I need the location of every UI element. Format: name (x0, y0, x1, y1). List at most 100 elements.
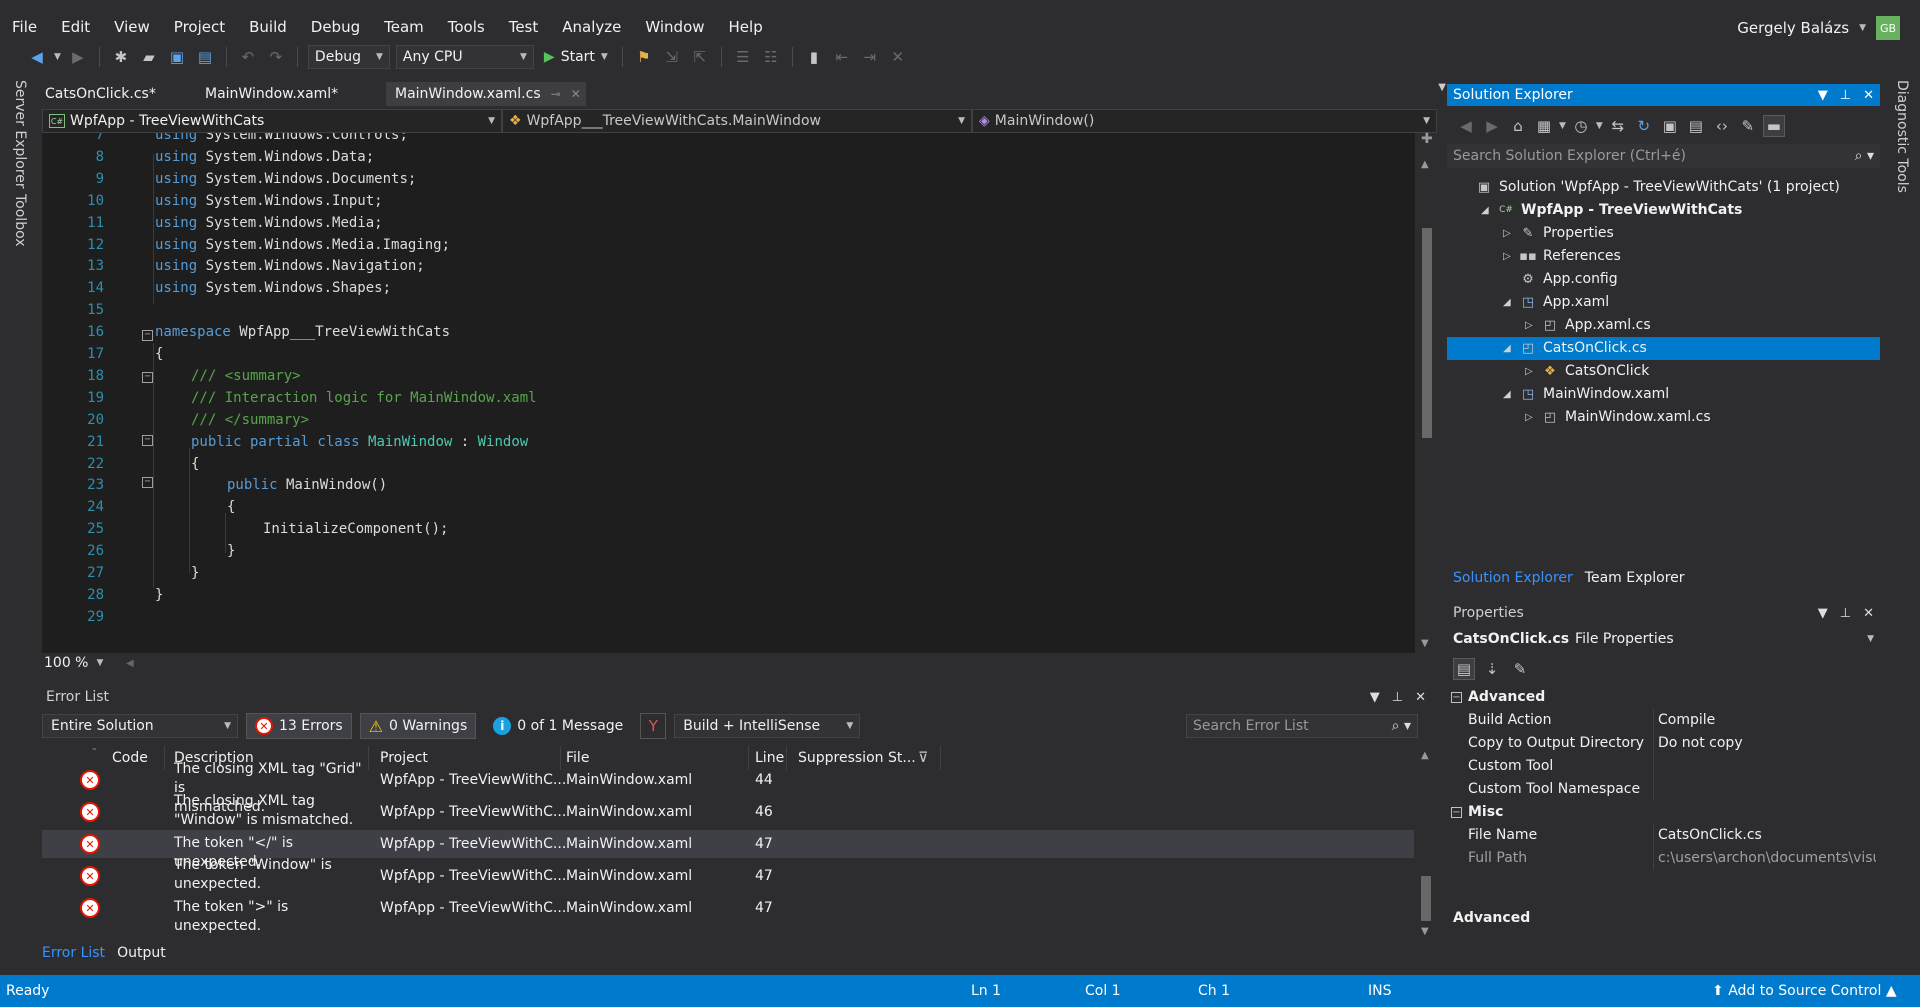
window-position-icon[interactable]: ▼ (1370, 690, 1380, 705)
error-list-scrollbar[interactable]: ▲ ▼ (1414, 746, 1438, 942)
tree-item[interactable]: ◢ ◰ CatsOnClick.cs (1447, 337, 1880, 360)
window-position-icon[interactable]: ▼ (1818, 88, 1828, 103)
comment-lines-icon[interactable]: ☰ (732, 46, 754, 68)
tree-item[interactable]: ⚙ App.config (1447, 268, 1880, 291)
pin-icon[interactable]: ⊥ (1840, 88, 1851, 103)
view-code-icon[interactable]: ‹› (1711, 115, 1733, 137)
scroll-left-icon[interactable]: ◀ (126, 658, 134, 669)
property-row[interactable]: Full Path c:\users\archon\documents\visua… (1447, 847, 1880, 870)
filter-current-document-icon[interactable]: Y (640, 713, 667, 739)
scroll-down-icon[interactable]: ▼ (1421, 638, 1429, 649)
collapse-icon[interactable]: ◢ (1503, 337, 1511, 360)
redo-icon[interactable]: ↷ (265, 46, 287, 68)
error-row[interactable]: ✕ The token "</" is unexpected. WpfApp - T… (42, 830, 1414, 870)
back-icon[interactable]: ◀ (1455, 115, 1477, 137)
solution-explorer-search-input[interactable]: Search Solution Explorer (Ctrl+é) ⌕ ▾ (1447, 144, 1880, 168)
error-scope-select[interactable]: Entire Solution ▼ (42, 714, 238, 738)
forward-icon[interactable]: ▶ (1481, 115, 1503, 137)
expand-icon[interactable]: ▷ (1525, 360, 1533, 383)
properties-icon[interactable]: ✎ (1737, 115, 1759, 137)
preview-selected-items-icon[interactable]: ▬ (1762, 115, 1785, 137)
diagnostic-tools-tab[interactable]: Diagnostic Tools (1894, 80, 1910, 193)
tab-output[interactable]: Output (117, 945, 166, 967)
server-explorer-tab[interactable]: Server Explorer (12, 80, 28, 189)
menu-analyze[interactable]: Analyze (550, 12, 633, 42)
pin-icon[interactable]: ⊥ (1840, 606, 1851, 621)
show-all-files-icon[interactable]: ▤ (1685, 115, 1707, 137)
property-category[interactable]: − Misc (1447, 801, 1880, 824)
menu-project[interactable]: Project (162, 12, 237, 42)
refresh-icon[interactable]: ↻ (1633, 115, 1655, 137)
close-icon[interactable]: ✕ (1863, 88, 1874, 103)
undo-icon[interactable]: ↶ (237, 46, 259, 68)
menu-debug[interactable]: Debug (299, 12, 372, 42)
scroll-up-icon[interactable]: ▲ (1421, 159, 1429, 170)
menu-test[interactable]: Test (497, 12, 551, 42)
tab-mainwindow-xaml[interactable]: MainWindow.xaml* (196, 82, 386, 106)
property-row[interactable]: Custom Tool (1447, 755, 1880, 778)
property-value[interactable]: CatsOnClick.cs (1658, 824, 1876, 847)
menu-help[interactable]: Help (717, 12, 775, 42)
error-list-search-input[interactable]: Search Error List ⌕ ▾ (1186, 714, 1418, 738)
close-icon[interactable]: ✕ (1863, 606, 1874, 621)
source-control-button[interactable]: ⬆ Add to Source Control ▲ (1712, 975, 1897, 1007)
code-editor[interactable]: − − − − 7 using System.Windows.Controls; 8… (42, 133, 1422, 653)
collapse-icon[interactable]: − (1451, 807, 1462, 818)
collapse-all-icon[interactable]: ▣ (1659, 115, 1681, 137)
property-value[interactable]: Compile (1658, 709, 1876, 732)
bookmark-icon[interactable]: ▮ (803, 46, 825, 68)
tree-item[interactable]: ▷ ✎ Properties (1447, 222, 1880, 245)
messages-filter-button[interactable]: i 0 of 1 Message (484, 713, 632, 739)
tab-catsonclick-cs[interactable]: CatsOnClick.cs* (36, 82, 196, 106)
home-icon[interactable]: ⌂ (1507, 115, 1529, 137)
open-file-icon[interactable]: ▰ (138, 46, 160, 68)
tree-item[interactable]: ◢ ◳ MainWindow.xaml (1447, 383, 1880, 406)
solution-configuration-select[interactable]: Debug ▼ (307, 45, 390, 69)
tree-item[interactable]: ◢ C# WpfApp - TreeViewWithCats (1447, 199, 1880, 222)
categorized-icon[interactable]: ▤ (1453, 658, 1475, 680)
clear-bookmarks-icon[interactable]: ✕ (887, 46, 909, 68)
chevron-down-icon[interactable]: ▼ (54, 52, 61, 62)
scrollbar-thumb[interactable] (1422, 228, 1432, 438)
scroll-up-icon[interactable]: ▲ (1421, 750, 1429, 761)
tree-item[interactable]: ▣ Solution 'WpfApp - TreeViewWithCats' (1… (1447, 176, 1880, 199)
new-project-icon[interactable]: ✱ (110, 46, 132, 68)
property-row[interactable]: Custom Tool Namespace (1447, 778, 1880, 801)
collapse-icon[interactable]: ◢ (1481, 199, 1489, 222)
tree-item[interactable]: ▷ ▪▪ References (1447, 245, 1880, 268)
navigate-forward-icon[interactable]: ▶ (67, 46, 89, 68)
collapse-icon[interactable]: − (1451, 692, 1462, 703)
split-icon[interactable]: ✚ (1421, 131, 1433, 147)
switch-views-icon[interactable]: ▦ (1533, 115, 1555, 137)
expand-icon[interactable]: ▷ (1503, 245, 1511, 268)
step-into-icon[interactable]: ⇲ (661, 46, 683, 68)
user-account[interactable]: Gergely Balázs ▼ GB (1737, 14, 1900, 42)
property-pages-icon[interactable]: ✎ (1509, 658, 1531, 680)
previous-bookmark-icon[interactable]: ⇤ (831, 46, 853, 68)
menu-file[interactable]: File (0, 12, 49, 42)
expand-icon[interactable]: ▷ (1503, 222, 1511, 245)
tree-item[interactable]: ▷ ◰ App.xaml.cs (1447, 314, 1880, 337)
collapse-icon[interactable]: ◢ (1503, 291, 1511, 314)
project-dropdown[interactable]: C# WpfApp - TreeViewWithCats ▼ (42, 109, 502, 133)
scrollbar-thumb[interactable] (1421, 876, 1431, 921)
tab-mainwindow-xaml-cs[interactable]: MainWindow.xaml.cs ⊸ ✕ (386, 82, 586, 106)
editor-vertical-scrollbar[interactable]: ✚ ▲ ▼ (1415, 131, 1439, 653)
zoom-select[interactable]: 100 % ▼ (36, 653, 116, 673)
warnings-filter-button[interactable]: ⚠ 0 Warnings (359, 713, 477, 739)
next-bookmark-icon[interactable]: ⇥ (859, 46, 881, 68)
menu-view[interactable]: View (102, 12, 162, 42)
menu-window[interactable]: Window (633, 12, 716, 42)
menu-build[interactable]: Build (237, 12, 299, 42)
collapse-icon[interactable]: ◢ (1503, 383, 1511, 406)
property-row[interactable]: Build Action Compile (1447, 709, 1880, 732)
tree-item[interactable]: ◢ ◳ App.xaml (1447, 291, 1880, 314)
type-dropdown[interactable]: ❖ WpfApp___TreeViewWithCats.MainWindow ▼ (502, 109, 972, 133)
chevron-down-icon[interactable]: ▼ (1559, 121, 1566, 131)
menu-tools[interactable]: Tools (436, 12, 497, 42)
alphabetical-icon[interactable]: ⇣ (1481, 658, 1503, 680)
chevron-down-icon[interactable]: ▼ (1596, 121, 1603, 131)
errors-filter-button[interactable]: ✕ 13 Errors (246, 713, 352, 739)
error-row[interactable]: ✕ The closing XML tag "Window" is mismatch… (42, 793, 1414, 830)
menu-team[interactable]: Team (372, 12, 436, 42)
